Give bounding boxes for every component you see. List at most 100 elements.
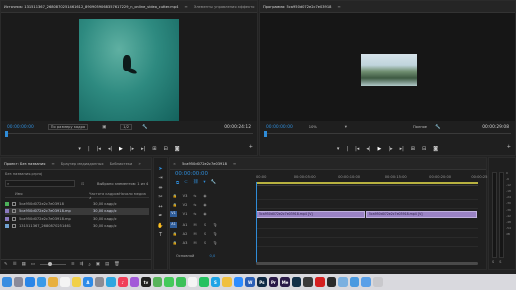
telegram-icon[interactable]: [106, 277, 116, 287]
sort-icon[interactable]: ≡: [71, 262, 75, 267]
sync-lock-icon[interactable]: ⇆: [190, 203, 200, 207]
tab-program[interactable]: Программа: 5ca950d072e2c7e03918: [263, 5, 331, 9]
mail-icon[interactable]: [36, 277, 47, 287]
notes-icon[interactable]: [71, 277, 82, 287]
preview-icon[interactable]: [338, 277, 348, 287]
zoom-slider[interactable]: [39, 262, 66, 266]
track-lane[interactable]: [256, 221, 478, 229]
trash-icon[interactable]: 🗑: [114, 262, 120, 267]
source-scrub-ruler[interactable]: [5, 131, 253, 137]
menu-icon[interactable]: ≡: [184, 4, 187, 9]
lock-icon[interactable]: 🔒: [170, 232, 180, 236]
project-search-input[interactable]: ⌕: [5, 180, 75, 187]
col-media-start[interactable]: Начало медиа: [119, 192, 146, 197]
insert-icon[interactable]: ⊞: [152, 146, 156, 152]
timeline-playhead[interactable]: [256, 182, 257, 264]
calendar-icon[interactable]: [59, 277, 70, 287]
word-icon[interactable]: W: [245, 277, 256, 287]
program-playhead[interactable]: [264, 131, 267, 137]
program-scrub-ruler[interactable]: [264, 131, 511, 137]
mark-in-icon[interactable]: ▾: [337, 146, 340, 152]
mark-out-icon[interactable]: |: [346, 146, 348, 152]
master-volume[interactable]: 0,0: [210, 254, 216, 258]
lift-icon[interactable]: ⊞: [411, 146, 415, 152]
track-select-icon[interactable]: ⇥: [154, 174, 167, 184]
timeline-scrollbar[interactable]: [256, 262, 478, 265]
whatsapp-icon[interactable]: [199, 277, 209, 287]
step-back-icon[interactable]: ◂|: [108, 146, 112, 152]
solo-right[interactable]: S: [499, 260, 501, 264]
lightroom-icon[interactable]: [291, 277, 302, 287]
tab-project[interactable]: Проект: Без названия: [4, 162, 45, 166]
photoshop-icon[interactable]: Ps: [257, 277, 267, 287]
timeline-ruler[interactable]: 00:00 00:00:05:00 00:00:10:00 00:00:15:0…: [256, 172, 493, 186]
pencil-icon[interactable]: ✎: [4, 262, 8, 267]
app-store-icon[interactable]: A: [83, 277, 93, 287]
step-forward-icon[interactable]: |▸: [388, 146, 392, 152]
source-patch-a1[interactable]: A1: [170, 222, 177, 228]
automate-icon[interactable]: ⇶: [80, 262, 84, 267]
track-lane[interactable]: [256, 192, 478, 200]
messages-icon[interactable]: [164, 277, 174, 287]
col-name[interactable]: Имя: [5, 192, 89, 197]
launchpad-icon[interactable]: [13, 277, 24, 287]
freeform-view-icon[interactable]: ▭: [31, 262, 35, 267]
solo-icon[interactable]: S: [200, 223, 210, 227]
wrench-icon[interactable]: 🔧: [211, 180, 216, 186]
add-button-icon[interactable]: +: [249, 144, 253, 150]
tab-source[interactable]: Источник: 131511367_2680870251461612_890…: [4, 5, 178, 9]
downloads-icon[interactable]: [361, 277, 371, 287]
mute-icon[interactable]: M: [190, 241, 200, 245]
selection-tool-icon[interactable]: ➤: [154, 164, 167, 174]
new-bin-icon[interactable]: ▣: [96, 262, 100, 267]
razor-icon[interactable]: ✂: [154, 193, 167, 203]
close-icon[interactable]: ×: [173, 162, 176, 166]
overwrite-icon[interactable]: ⊟: [164, 146, 168, 152]
mic-icon[interactable]: 🎙: [210, 241, 220, 245]
camera-icon[interactable]: ◙: [433, 146, 438, 152]
find-icon[interactable]: ⌕: [88, 262, 90, 268]
skype-icon[interactable]: S: [210, 277, 221, 287]
timeline-clip[interactable]: 5ca950d072e2c7e03918.mp4 [V]: [365, 210, 477, 218]
eye-icon[interactable]: ◉: [200, 194, 210, 198]
source-fit-dropdown[interactable]: По размеру кадра: [47, 124, 89, 130]
mute-icon[interactable]: M: [190, 223, 200, 227]
mute-icon[interactable]: M: [190, 232, 200, 236]
pen-icon[interactable]: ✒: [154, 212, 167, 222]
maps-icon[interactable]: [152, 277, 163, 287]
facetime-icon[interactable]: [175, 277, 186, 287]
menu-icon[interactable]: ≡: [51, 161, 54, 166]
podcasts-icon[interactable]: [129, 277, 140, 287]
work-area-bar[interactable]: [256, 182, 478, 184]
bin-options-icon[interactable]: ⊡: [81, 181, 84, 186]
track-lane[interactable]: [256, 230, 478, 238]
add-button-icon[interactable]: +: [507, 144, 511, 150]
media-encoder-icon[interactable]: Me: [280, 277, 290, 287]
ripple-edit-icon[interactable]: ⇹: [154, 183, 167, 193]
mark-out-icon[interactable]: |: [88, 146, 90, 152]
source-playhead[interactable]: [5, 131, 8, 137]
mic-icon[interactable]: 🎙: [210, 232, 220, 236]
track-lane[interactable]: 5ca950d072e2c7e03918.mp4 [V] 5ca950d072e…: [256, 210, 478, 218]
lock-icon[interactable]: 🔒: [170, 241, 180, 245]
sync-lock-icon[interactable]: ⇆: [190, 194, 200, 198]
list-item[interactable]: 5ca950d072e2c7e03918.mp 30,00 кадр/с: [5, 207, 149, 215]
solo-left[interactable]: S: [492, 260, 494, 264]
eye-icon[interactable]: ◉: [200, 203, 210, 207]
program-timecode-current[interactable]: 00:00:00:00: [266, 125, 293, 130]
acrobat-icon[interactable]: [315, 277, 325, 287]
program-zoom-dropdown[interactable]: 10%: [307, 125, 319, 129]
zoom-icon[interactable]: [233, 277, 244, 287]
eye-icon[interactable]: ◉: [200, 212, 210, 216]
go-to-in-icon[interactable]: |◂: [97, 146, 101, 152]
snap-icon[interactable]: ⊂: [184, 180, 188, 186]
menu-icon[interactable]: ≡: [337, 4, 340, 9]
slip-icon[interactable]: ↔: [154, 202, 167, 212]
go-to-out-icon[interactable]: ▸|: [141, 146, 145, 152]
hand-icon[interactable]: ✋: [154, 221, 167, 231]
music-icon[interactable]: ♪: [117, 277, 128, 287]
camera-icon[interactable]: ◙: [175, 146, 180, 152]
tab-effect-controls[interactable]: Элементы управления эффекто: [194, 5, 255, 9]
settings-icon[interactable]: ▣: [102, 125, 106, 130]
timeline-clip[interactable]: 5ca950d072e2c7e03918.mp4 [V]: [256, 210, 365, 218]
